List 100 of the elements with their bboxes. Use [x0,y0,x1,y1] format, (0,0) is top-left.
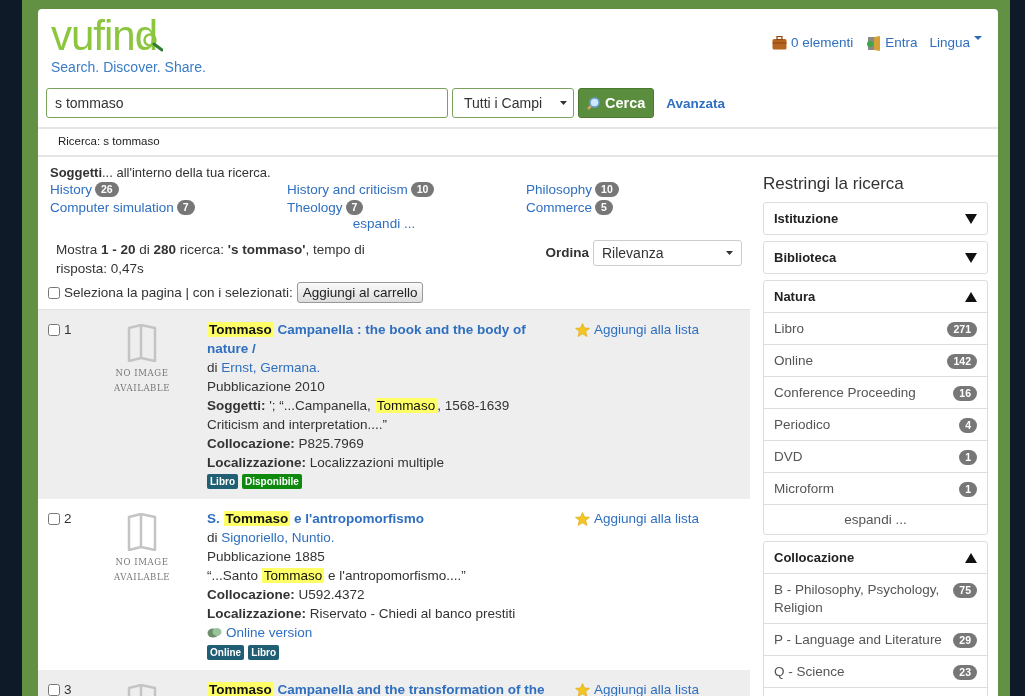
facet-item[interactable]: B - Philosophy, Psychology, Religion 75 [764,573,987,623]
subject-link[interactable]: Computer simulation [50,199,174,215]
count-badge: 4 [959,418,977,433]
facet-header[interactable]: Natura [764,281,987,312]
subject-link[interactable]: Commerce [526,199,592,215]
door-icon [865,36,882,51]
format-label: Libro [207,474,238,489]
publication-text: Pubblicazione 2010 [207,379,325,394]
result-number: 3 [64,683,72,696]
subject-link[interactable]: History and criticism [287,181,408,197]
author-link[interactable]: Ernst, Germana. [221,360,321,375]
result-number: 1 [64,323,72,337]
count-badge: 271 [947,322,977,337]
result-title[interactable]: Tommaso Campanella : the book and the body of nature / [207,320,547,358]
facet-item[interactable]: Libro 271 [764,312,987,344]
format-label: Online [207,645,245,660]
briefcase-icon [771,36,787,50]
expand-icon [965,213,977,224]
advanced-search-link[interactable]: Avanzata [666,95,726,111]
book-icon [127,324,157,362]
search-type-dropdown[interactable]: Tutti i Campi [452,88,574,118]
count-badge: 1 [959,482,977,497]
field-text: Collocazione: U592.4372 [207,587,365,602]
language-menu[interactable]: Lingua [929,35,982,52]
select-all-checkbox[interactable] [48,286,60,299]
count-badge: 7 [176,199,195,215]
format-label: Disponibile [242,474,302,489]
result-title[interactable]: S. Tommaso e l'antropomorfismo [207,509,547,528]
add-to-list-link[interactable]: Aggiungi alla lista [575,320,700,339]
sidebar-title: Restringi la ricerca [763,174,905,194]
no-image-text: NO IMAGE AVAILABLE [112,556,172,584]
result-number: 2 [64,512,72,526]
breadcrumb: Ricerca: s tommaso [58,135,160,147]
facet-item[interactable]: Microform 1 [764,472,987,504]
facet-header[interactable]: Collocazione [764,542,987,573]
tagline: Search. Discover. Share. [51,59,206,75]
subject-link[interactable]: Theology [287,199,343,215]
cart-link[interactable]: 0 elementi [771,35,854,52]
sort-label: Ordina [545,245,589,260]
author-link[interactable]: Signoriello, Nuntio. [221,530,335,545]
caret-icon [560,101,567,105]
format-label: Libro [248,645,280,660]
field-text: Localizzazione: Localizzazioni multiple [207,455,445,470]
count-badge: 7 [345,199,364,215]
result-checkbox[interactable] [48,324,60,336]
facet-header[interactable]: Istituzione [764,203,987,234]
result-checkbox[interactable] [48,513,60,525]
book-icon [127,513,157,551]
caret-icon [726,251,733,255]
no-image-text: NO IMAGE AVAILABLE [112,367,172,395]
count-badge: 23 [953,665,977,680]
expand-icon [965,252,977,263]
search-icon [587,96,600,110]
add-to-cart-button[interactable]: Aggiungi al carrello [296,282,424,303]
result-summary: Mostra 1 - 20 di 280 ricerca: 's tommaso', tempo di risposta: 0,47s [56,241,366,278]
sort-dropdown[interactable]: Rilevanza [593,240,742,266]
count-badge: 26 [95,181,119,197]
collapse-icon [965,552,977,563]
star-icon [575,682,590,696]
result-title[interactable]: Tommaso Campanella and the transformation of the [207,680,547,696]
expand-link[interactable]: espandi ... [352,216,416,231]
author-prefix: di [207,530,218,545]
snippet-text: “...Santo Tommaso e l'antropomorfismo....” [207,567,467,585]
facet-header[interactable]: Biblioteca [764,242,987,273]
subjects-heading: Soggetti... all'interno della tua ricerca. [50,165,272,180]
search-field[interactable]: s tommaso [46,88,448,118]
result-checkbox[interactable] [48,684,60,696]
search-button[interactable]: Cerca [578,88,655,118]
expand-link[interactable]: espandi ... [764,504,987,534]
star-icon [575,511,590,526]
count-badge: 29 [953,633,977,648]
caret-icon [974,36,982,41]
select-page-label: Seleziona la pagina | con i selezionati: [64,285,293,300]
facet-item[interactable]: Q - Science 23 [764,655,987,687]
count-badge: 16 [953,386,977,401]
facet-item[interactable]: P - Language and Literature 29 [764,623,987,655]
publication-text: Pubblicazione 1885 [207,549,325,564]
field-text: Collocazione: P825.7969 [207,436,364,451]
snippet-text: Soggetti: '; “...Campanella, Tommaso, 1568-1639 Criticism and interpretation....” [207,397,511,434]
login-link[interactable]: Entra [865,35,918,52]
count-badge: 75 [953,583,977,598]
facet-item[interactable]: DVD 1 [764,440,987,472]
count-badge: 5 [595,199,613,215]
collapse-icon [965,291,977,302]
online-version-link[interactable]: Online version [207,623,313,642]
add-to-list-link[interactable]: Aggiungi alla lista [575,680,700,696]
add-to-list-link[interactable]: Aggiungi alla lista [575,509,700,528]
star-icon [575,322,590,337]
facet-item[interactable]: Conference Proceeding 16 [764,376,987,408]
field-text: Localizzazione: Riservato - Chiedi al banco prestiti [207,606,516,621]
facet-item[interactable]: Online 142 [764,344,987,376]
subject-link[interactable]: History [50,181,92,197]
count-badge: 10 [595,181,619,197]
facet-item[interactable]: Periodico 4 [764,408,987,440]
count-badge: 142 [947,354,977,369]
count-badge: 1 [959,450,977,465]
author-prefix: di [207,360,218,375]
subject-link[interactable]: Philosophy [526,181,593,197]
count-badge: 10 [410,181,435,197]
online-icon [207,627,222,638]
